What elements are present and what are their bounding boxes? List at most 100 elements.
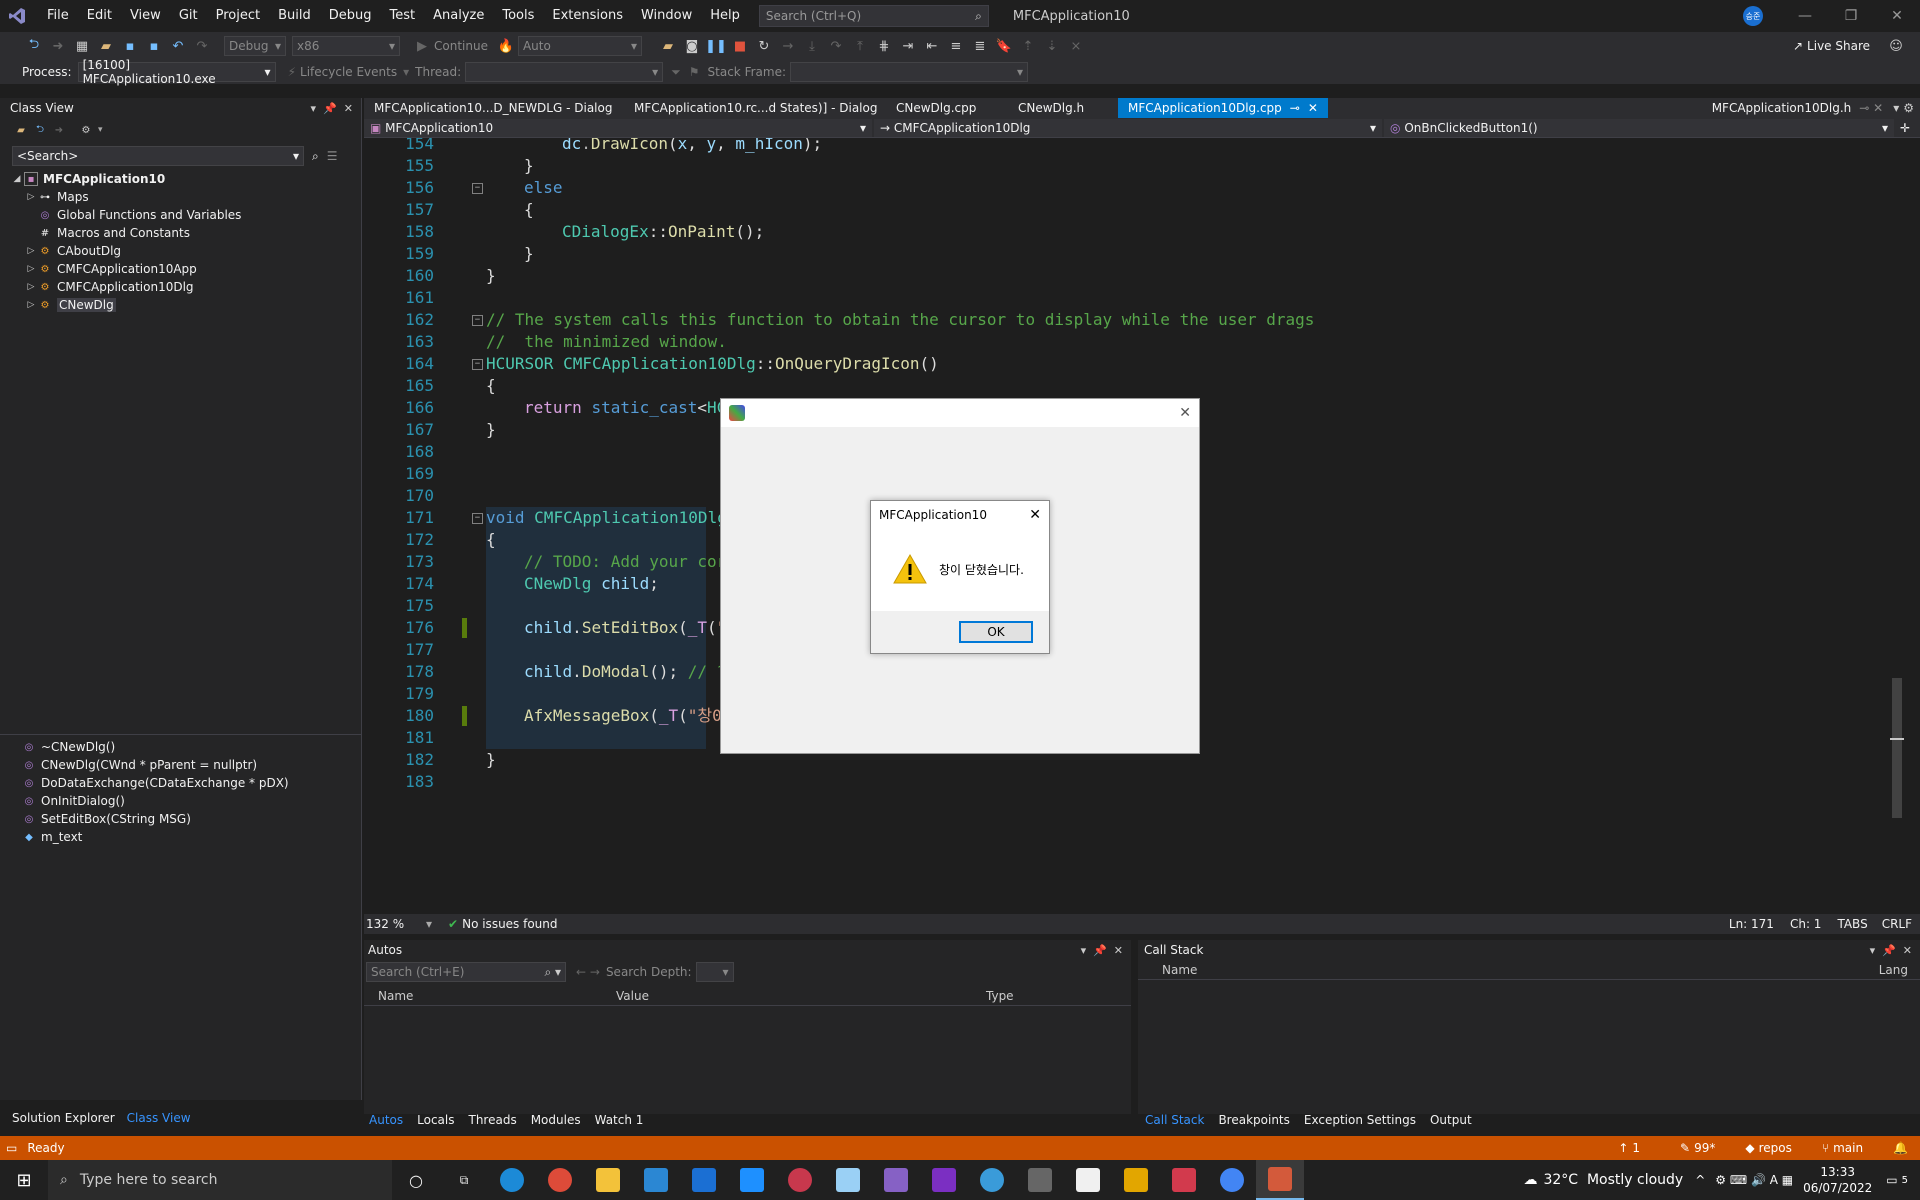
member-item[interactable]: ◆ m_text — [22, 828, 289, 846]
back-icon[interactable]: ⮌ — [33, 123, 47, 137]
changes-count[interactable]: 99* — [1694, 1141, 1715, 1155]
back-icon[interactable]: ⮌ — [24, 36, 44, 56]
file-explorer-icon[interactable] — [584, 1160, 632, 1200]
continue-button[interactable]: Continue — [434, 39, 488, 53]
menu-view[interactable]: View — [121, 0, 170, 32]
ok-button[interactable]: OK — [959, 621, 1033, 643]
menu-analyze[interactable]: Analyze — [424, 0, 493, 32]
settings-gear-icon[interactable]: ⚙ — [79, 123, 93, 137]
stack-frame-dropdown[interactable]: ▾ — [790, 62, 1028, 82]
platform-dropdown[interactable]: x86 ▾ — [292, 36, 400, 56]
step-into-icon[interactable]: ⤓ — [802, 36, 822, 56]
tree-item-app[interactable]: ▷ ⚙ CMFCApplication10App — [10, 260, 361, 278]
repo-icon[interactable]: ◆ — [1745, 1141, 1754, 1155]
open-icon[interactable]: ▰ — [96, 36, 116, 56]
repo-name[interactable]: repos — [1759, 1141, 1792, 1155]
tree-item-project[interactable]: ◢ ▪ MFCApplication10 — [10, 170, 361, 188]
mail-icon[interactable] — [680, 1160, 728, 1200]
tray-arrow-icon[interactable]: ^ — [1695, 1173, 1705, 1187]
tabs-indicator[interactable]: TABS — [1837, 917, 1867, 931]
tab-threads[interactable]: Threads — [461, 1113, 523, 1127]
cortana-icon[interactable]: ○ — [392, 1160, 440, 1200]
chrome-icon[interactable] — [536, 1160, 584, 1200]
tray-icons[interactable]: ⚙ ⌨ 🔊 A ▦ — [1715, 1173, 1793, 1187]
weather-icon[interactable]: ☁ — [1523, 1172, 1537, 1188]
tab-overflow-icon[interactable]: ▾ — [1893, 101, 1899, 115]
clock-date[interactable]: 06/07/2022 — [1803, 1180, 1872, 1196]
snipping-icon[interactable] — [1160, 1160, 1208, 1200]
tab-dlg-cpp[interactable]: MFCApplication10Dlg.cpp ⊸ ✕ — [1118, 98, 1328, 118]
tab-modules[interactable]: Modules — [524, 1113, 588, 1127]
thread-dropdown[interactable]: ▾ — [465, 62, 664, 82]
col-name[interactable]: Name — [364, 989, 612, 1003]
menu-help[interactable]: Help — [701, 0, 749, 32]
app-icon[interactable] — [776, 1160, 824, 1200]
folder-icon[interactable]: ▰ — [14, 123, 28, 137]
unpushed-count[interactable]: 1 — [1632, 1141, 1640, 1155]
process-dropdown[interactable]: [16100] MFCApplication10.exe ▾ — [77, 58, 276, 86]
stop-icon[interactable]: ■ — [730, 36, 750, 56]
menu-file[interactable]: File — [38, 0, 78, 32]
tab-call-stack[interactable]: Call Stack — [1138, 1113, 1211, 1127]
hex-icon[interactable]: ⋕ — [874, 36, 894, 56]
rider-icon[interactable] — [920, 1160, 968, 1200]
close-tab-icon[interactable]: ✕ — [1308, 98, 1318, 118]
bookmark-icon[interactable]: 🔖 — [994, 36, 1014, 56]
ide-icon[interactable] — [728, 1160, 776, 1200]
continue-icon[interactable]: ▶ — [412, 36, 432, 56]
save-icon[interactable]: ▪ — [120, 36, 140, 56]
tab-cnewdlg-cpp[interactable]: CNewDlg.cpp — [886, 98, 1008, 118]
restart-icon[interactable]: ↻ — [754, 36, 774, 56]
zoom-dropdown[interactable]: 132 % — [366, 917, 426, 931]
tree-item-dlg[interactable]: ▷ ⚙ CMFCApplication10Dlg — [10, 278, 361, 296]
pause-icon[interactable]: ❚❚ — [705, 36, 727, 56]
weather-text[interactable]: 32°C Mostly cloudy — [1543, 1172, 1683, 1188]
tab-solution-explorer[interactable]: Solution Explorer — [0, 1111, 127, 1125]
avatar[interactable]: 승준 — [1743, 6, 1763, 26]
step-over-icon[interactable]: ↷ — [826, 36, 846, 56]
task-view-icon[interactable]: ⧉ — [440, 1160, 488, 1200]
auto-dropdown[interactable]: Auto ▾ — [517, 36, 642, 56]
tree-item-caboutdlg[interactable]: ▷ ⚙ CAboutDlg — [10, 242, 361, 260]
tab-exception-settings[interactable]: Exception Settings — [1297, 1113, 1423, 1127]
pencil-icon[interactable]: ✎ — [1680, 1141, 1690, 1155]
project-dropdown[interactable]: ▣ MFCApplication10 ▾ — [364, 118, 872, 137]
close-icon[interactable]: ✕ — [1179, 405, 1191, 421]
menu-build[interactable]: Build — [269, 0, 320, 32]
tab-autos[interactable]: Autos — [362, 1113, 410, 1127]
line-ending-indicator[interactable]: CRLF — [1882, 917, 1912, 931]
branch-icon[interactable]: ⑂ — [1822, 1141, 1829, 1155]
mfc-app-icon[interactable] — [1256, 1160, 1304, 1200]
member-item[interactable]: ◎ CNewDlg(CWnd * pParent = nullptr) — [22, 756, 289, 774]
outdent-icon[interactable]: ⇤ — [922, 36, 942, 56]
clock-time[interactable]: 13:33 — [1803, 1164, 1872, 1180]
next-bookmark-icon[interactable]: ⇣ — [1042, 36, 1062, 56]
minimize-icon[interactable]: — — [1782, 0, 1828, 32]
autos-search-input[interactable]: Search (Ctrl+E) ⌕ ▾ — [366, 962, 566, 982]
configuration-dropdown[interactable]: Debug ▾ — [224, 36, 286, 56]
menu-extensions[interactable]: Extensions — [543, 0, 632, 32]
comment-icon[interactable]: ≡ — [946, 36, 966, 56]
col-name[interactable]: Name — [1138, 963, 1197, 977]
close-icon[interactable]: ✕ — [1029, 507, 1041, 523]
flag-icon[interactable]: ⚑ — [689, 65, 700, 79]
visual-studio-icon[interactable] — [872, 1160, 920, 1200]
close-icon[interactable]: ✕ — [1874, 0, 1920, 32]
app-icon[interactable] — [1112, 1160, 1160, 1200]
filter-icon[interactable]: ⏷ — [671, 65, 681, 80]
folder-icon[interactable]: ▰ — [658, 36, 678, 56]
tree-item-maps[interactable]: ▷ ⊶ Maps — [10, 188, 361, 206]
col-value[interactable]: Value — [612, 989, 986, 1003]
forward-icon[interactable]: ➜ — [48, 36, 68, 56]
uncomment-icon[interactable]: ≣ — [970, 36, 990, 56]
member-item[interactable]: ◎ ~CNewDlg() — [22, 738, 289, 756]
menu-window[interactable]: Window — [632, 0, 701, 32]
search-icon[interactable]: ⌕ — [312, 149, 319, 164]
col-type[interactable]: Type — [986, 989, 1014, 1003]
pin-icon[interactable]: 📌 — [323, 102, 337, 115]
tab-cnewdlg-h[interactable]: CNewDlg.h — [1008, 98, 1118, 118]
menu-debug[interactable]: Debug — [320, 0, 381, 32]
hot-reload-icon[interactable]: 🔥 — [496, 36, 516, 56]
menu-test[interactable]: Test — [381, 0, 425, 32]
notes-icon[interactable] — [824, 1160, 872, 1200]
